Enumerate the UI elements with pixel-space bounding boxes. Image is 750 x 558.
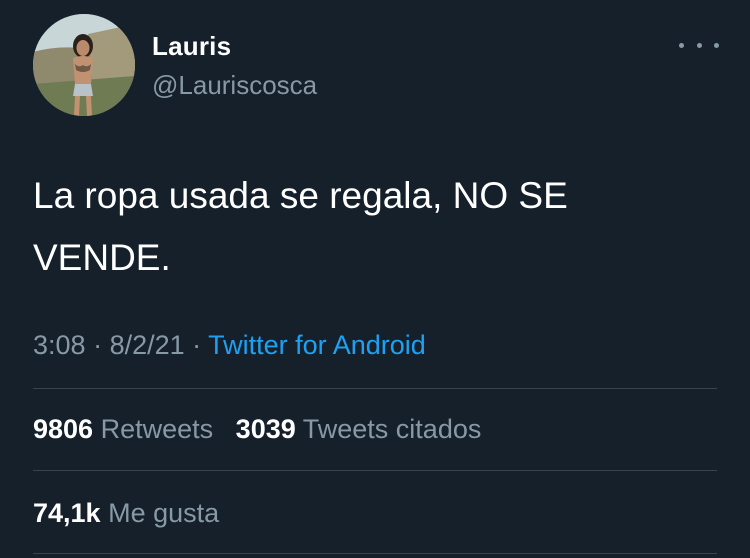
likes-link[interactable]: 74,1k Me gusta: [33, 498, 219, 528]
likes-label: Me gusta: [108, 498, 220, 528]
meta-separator: ·: [85, 330, 110, 360]
likes-count: 74,1k: [33, 498, 101, 528]
tweet-text: La ropa usada se regala, NO SE VENDE.: [33, 175, 568, 278]
quotes-link[interactable]: 3039 Tweets citados: [236, 414, 482, 444]
quotes-label: Tweets citados: [302, 414, 482, 444]
tweet-source-link[interactable]: Twitter for Android: [208, 330, 426, 360]
meta-separator: ·: [184, 330, 209, 360]
retweets-label: Retweets: [100, 414, 214, 444]
more-horizontal-icon: [679, 42, 719, 48]
retweets-link[interactable]: 9806 Retweets: [33, 414, 213, 444]
display-name[interactable]: Lauris: [152, 31, 231, 62]
user-handle[interactable]: @Lauriscosca: [152, 70, 317, 101]
tweet-meta: 3:08 · 8/2/21 · Twitter for Android: [33, 330, 426, 361]
retweets-count: 9806: [33, 414, 94, 444]
tweet-date[interactable]: 8/2/21: [110, 330, 185, 360]
divider: [33, 470, 717, 471]
divider: [33, 553, 717, 554]
avatar-photo: [33, 14, 135, 116]
avatar[interactable]: [33, 14, 135, 116]
divider: [33, 388, 717, 389]
quotes-count: 3039: [235, 414, 296, 444]
retweet-stats: 9806 Retweets 3039 Tweets citados: [33, 414, 481, 445]
likes-stats: 74,1k Me gusta: [33, 498, 219, 529]
more-options-button[interactable]: [679, 32, 719, 58]
tweet-time[interactable]: 3:08: [33, 330, 86, 360]
